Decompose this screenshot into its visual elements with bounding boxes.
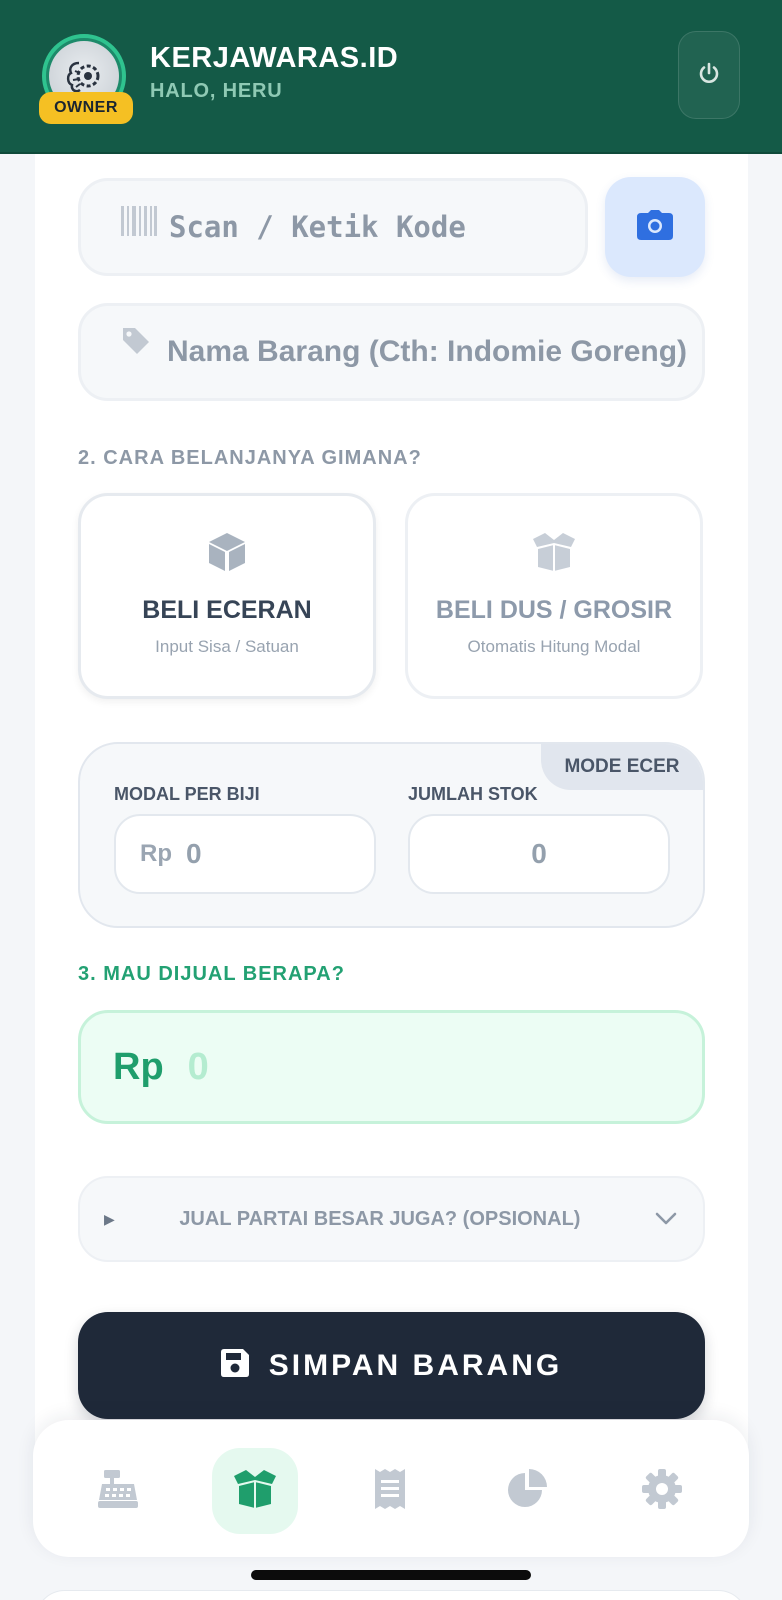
cash-register-icon	[98, 1469, 138, 1513]
nav-inventory[interactable]	[212, 1448, 298, 1534]
open-box-icon	[531, 530, 577, 574]
option-retail-subtitle: Input Sisa / Satuan	[155, 637, 299, 656]
home-indicator	[251, 1570, 531, 1580]
box-icon	[207, 530, 247, 574]
nav-cashier[interactable]	[75, 1448, 161, 1534]
camera-scan-button[interactable]	[605, 177, 705, 277]
nav-receipts[interactable]	[347, 1448, 433, 1534]
selling-price-input[interactable]: Rp 0	[78, 1010, 705, 1124]
stock-value: 0	[531, 838, 547, 869]
modal-label: MODAL PER BIJI	[114, 784, 260, 804]
greeting-text: HALO, HERU	[150, 80, 283, 102]
save-item-button[interactable]: SIMPAN BARANG	[78, 1312, 705, 1419]
pie-chart-icon	[507, 1468, 547, 1514]
currency-prefix: Rp	[140, 840, 172, 867]
retail-mode-panel: MODE ECER MODAL PER BIJI JUMLAH STOK Rp …	[78, 742, 705, 928]
option-retail-title: BELI ECERAN	[142, 596, 312, 624]
price-value: 0	[187, 1045, 209, 1088]
stock-label: JUMLAH STOK	[408, 784, 538, 804]
section-purchase-label: 2. CARA BELANJANYA GIMANA?	[78, 447, 422, 469]
barcode-icon	[121, 206, 157, 236]
section-price-label: 3. MAU DIJUAL BERAPA?	[78, 963, 345, 985]
item-name-input[interactable]: Nama Barang (Cth: Indomie Goreng)	[78, 303, 705, 401]
option-wholesale-title: BELI DUS / GROSIR	[435, 596, 673, 624]
camera-icon	[637, 209, 673, 245]
app-title: KERJAWARAS.ID	[150, 42, 399, 74]
app-header: OWNER KERJAWARAS.ID HALO, HERU	[0, 0, 782, 154]
mode-badge: MODE ECER	[541, 744, 703, 790]
accordion-label: JUAL PARTAI BESAR JUGA? (OPSIONAL)	[179, 1207, 581, 1230]
barcode-input[interactable]: Scan / Ketik Kode	[78, 178, 588, 276]
tag-icon	[121, 326, 151, 356]
box-open-icon	[232, 1469, 278, 1513]
option-wholesale-subtitle: Otomatis Hitung Modal	[467, 637, 641, 656]
save-button-label: SIMPAN BARANG	[268, 1348, 563, 1382]
owner-badge: OWNER	[39, 92, 133, 124]
option-wholesale[interactable]: BELI DUS / GROSIR Otomatis Hitung Modal	[405, 493, 703, 699]
wholesale-price-accordion[interactable]: ▶ JUAL PARTAI BESAR JUGA? (OPSIONAL)	[78, 1176, 705, 1262]
bottom-nav	[33, 1420, 749, 1557]
price-currency-prefix: Rp	[113, 1045, 164, 1088]
barcode-placeholder: Scan / Ketik Kode	[169, 210, 466, 244]
nav-settings[interactable]	[619, 1448, 705, 1534]
option-retail[interactable]: BELI ECERAN Input Sisa / Satuan	[78, 493, 376, 699]
modal-per-unit-input[interactable]: Rp 0	[114, 814, 376, 894]
card-peek	[35, 1590, 748, 1600]
stock-quantity-input[interactable]: 0	[408, 814, 670, 894]
nav-reports[interactable]	[484, 1448, 570, 1534]
power-icon	[696, 60, 722, 91]
modal-value: 0	[186, 838, 202, 869]
receipt-icon	[375, 1468, 405, 1514]
triangle-right-icon: ▶	[104, 1210, 115, 1227]
chevron-down-icon	[655, 1212, 677, 1226]
gear-icon	[642, 1468, 682, 1514]
floppy-disk-icon	[220, 1349, 249, 1382]
item-name-placeholder: Nama Barang (Cth: Indomie Goreng)	[167, 335, 688, 368]
logout-button[interactable]	[678, 31, 740, 119]
